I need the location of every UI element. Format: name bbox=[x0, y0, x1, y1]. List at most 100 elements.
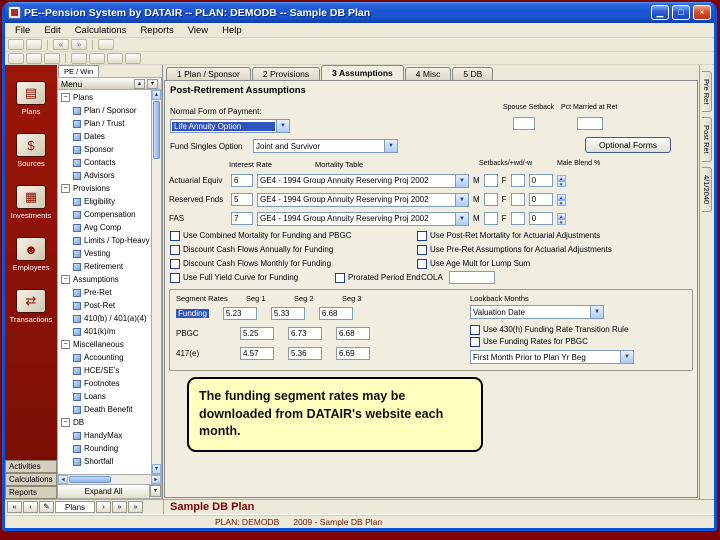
fund-singles-dropdown[interactable]: Joint and Survivor ▼ bbox=[253, 139, 398, 153]
tree-item-advisors[interactable]: Advisors bbox=[58, 169, 151, 182]
checkbox-prorated-period-end[interactable]: Prorated Period End bbox=[335, 271, 421, 284]
tree-tab-pe-win[interactable]: PE / Win bbox=[58, 65, 100, 77]
tree-item-401-k-m[interactable]: 401(k)/m bbox=[58, 325, 151, 338]
side-tab-post-ret[interactable]: Post Ret bbox=[702, 117, 712, 163]
tree-item-sponsor[interactable]: Sponsor bbox=[58, 143, 151, 156]
nav-edit-button[interactable]: ✎ bbox=[39, 501, 54, 513]
minimize-button[interactable]: ▁ bbox=[651, 5, 669, 20]
nav-last-page-button[interactable]: » bbox=[128, 501, 144, 513]
female-setback-input[interactable] bbox=[510, 174, 525, 187]
tree-item-eligibility[interactable]: Eligibility bbox=[58, 195, 151, 208]
tree-item-dates[interactable]: Dates bbox=[58, 130, 151, 143]
scroll-down-icon[interactable]: ▼ bbox=[152, 464, 161, 474]
blend-spinner[interactable]: ▲ ▼ bbox=[556, 174, 566, 187]
side-tab-4-1-2040[interactable]: 4/1/2040 bbox=[702, 167, 712, 213]
nav-next-button[interactable]: › bbox=[96, 501, 112, 513]
toolbar-button[interactable] bbox=[8, 39, 24, 50]
tree-item-plan-trust[interactable]: Plan / Trust bbox=[58, 117, 151, 130]
dropdown-arrow-icon[interactable]: ▼ bbox=[590, 306, 603, 318]
toolbar-button[interactable] bbox=[26, 39, 42, 50]
segment-rate-input[interactable] bbox=[270, 307, 305, 320]
toolbar-button[interactable] bbox=[8, 52, 24, 64]
menu-edit[interactable]: Edit bbox=[38, 24, 66, 37]
toolbar-button[interactable] bbox=[71, 52, 87, 64]
tree-item-410-b-401-a-4[interactable]: 410(b) / 401(a)(4) bbox=[58, 312, 151, 325]
checkbox-use-funding-rates-for-pbgc[interactable]: Use Funding Rates for PBGC bbox=[470, 335, 588, 348]
checkbox-use-full-yield-curve-for-funding[interactable]: Use Full Yield Curve for Funding bbox=[170, 271, 352, 284]
menu-file[interactable]: File bbox=[9, 24, 36, 37]
tree-item-shortfall[interactable]: Shortfall bbox=[58, 455, 151, 468]
tree-item-avg-comp[interactable]: Avg Comp bbox=[58, 221, 151, 234]
expand-all-button[interactable]: Expand All bbox=[58, 485, 150, 498]
interest-rate-input[interactable] bbox=[231, 174, 253, 187]
interest-rate-input[interactable] bbox=[231, 212, 253, 225]
tab-5-db[interactable]: 5 DB bbox=[452, 67, 494, 80]
segment-rate-input[interactable] bbox=[240, 347, 274, 360]
male-blend-input[interactable] bbox=[528, 193, 553, 206]
tree-item-footnotes[interactable]: Footnotes bbox=[58, 377, 151, 390]
female-setback-input[interactable] bbox=[510, 193, 525, 206]
mortality-table-dropdown[interactable]: GE4 - 1994 Group Annuity Reserving Proj … bbox=[257, 211, 469, 226]
tree-item-miscellaneous[interactable]: − Miscellaneous bbox=[58, 338, 151, 351]
segment-rate-input[interactable] bbox=[222, 307, 257, 320]
first-month-dropdown[interactable]: First Month Prior to Plan Yr Beg ▼ bbox=[470, 350, 634, 364]
dropdown-arrow-icon[interactable]: ▼ bbox=[620, 351, 633, 363]
tree-item-plans[interactable]: − Plans bbox=[58, 91, 151, 104]
tree-item-pre-ret[interactable]: Pre-Ret bbox=[58, 286, 151, 299]
tree-collapse-icon[interactable]: − bbox=[61, 418, 70, 427]
checkbox-use-age-mult-for-lump-sum[interactable]: Use Age Mult for Lump Sum bbox=[417, 257, 612, 270]
menu-calculations[interactable]: Calculations bbox=[69, 24, 133, 37]
optional-forms-button[interactable]: Optional Forms bbox=[585, 137, 671, 153]
tree-item-compensation[interactable]: Compensation bbox=[58, 208, 151, 221]
normal-form-dropdown[interactable]: Life Annuity Option ▼ bbox=[170, 119, 290, 133]
tab-1-plan-sponsor[interactable]: 1 Plan / Sponsor bbox=[166, 67, 251, 80]
male-blend-input[interactable] bbox=[528, 212, 553, 225]
nav-last-button[interactable]: » bbox=[112, 501, 128, 513]
scroll-up-icon[interactable]: ▲ bbox=[152, 90, 161, 100]
dropdown-arrow-icon[interactable]: ▼ bbox=[276, 120, 289, 132]
toolbar-button[interactable] bbox=[26, 52, 42, 64]
tree-item-contacts[interactable]: Contacts bbox=[58, 156, 151, 169]
back-icon[interactable]: « bbox=[53, 39, 69, 50]
tree-item-accounting[interactable]: Accounting bbox=[58, 351, 151, 364]
segment-rate-input[interactable] bbox=[240, 327, 274, 340]
dropdown-arrow-icon[interactable]: ▼ bbox=[455, 174, 468, 187]
sidebar-item-plans[interactable]: ▤ Plans bbox=[16, 81, 46, 116]
toolbar-button[interactable] bbox=[89, 52, 105, 64]
toolbar-button[interactable] bbox=[98, 39, 114, 50]
tree-item-post-ret[interactable]: Post-Ret bbox=[58, 299, 151, 312]
nav-tab-plans[interactable]: Plans bbox=[55, 501, 96, 513]
spinner-down-icon[interactable]: ▼ bbox=[556, 199, 566, 206]
tree-collapse-icon[interactable]: − bbox=[61, 275, 70, 284]
tree-item-loans[interactable]: Loans bbox=[58, 390, 151, 403]
tab-2-provisions[interactable]: 2 Provisions bbox=[251, 67, 321, 80]
interest-rate-input[interactable] bbox=[231, 193, 253, 206]
scroll-left-icon[interactable]: ◄ bbox=[58, 475, 68, 484]
segment-rate-input[interactable] bbox=[336, 327, 370, 340]
tree-item-death-benefit[interactable]: Death Benefit bbox=[58, 403, 151, 416]
sidebar-button-reports[interactable]: Reports bbox=[5, 486, 57, 499]
forward-icon[interactable]: » bbox=[71, 39, 87, 50]
tree-item-rounding[interactable]: Rounding bbox=[58, 442, 151, 455]
scrollbar-thumb[interactable] bbox=[153, 101, 160, 159]
tree-collapse-icon[interactable]: − bbox=[61, 93, 70, 102]
menu-view[interactable]: View bbox=[182, 24, 214, 37]
nav-previous-button[interactable]: ‹ bbox=[23, 501, 38, 513]
side-tab-pre-ret[interactable]: Pre Ret bbox=[702, 71, 712, 113]
male-blend-input[interactable] bbox=[528, 174, 553, 187]
tree-item-retirement[interactable]: Retirement bbox=[58, 260, 151, 273]
toolbar-button[interactable] bbox=[107, 52, 123, 64]
tree-collapse-icon[interactable]: − bbox=[61, 184, 70, 193]
tree-item-provisions[interactable]: − Provisions bbox=[58, 182, 151, 195]
blend-spinner[interactable]: ▲ ▼ bbox=[556, 212, 566, 225]
tab-3-assumptions[interactable]: 3 Assumptions bbox=[321, 65, 404, 80]
tree-item-assumptions[interactable]: − Assumptions bbox=[58, 273, 151, 286]
male-setback-input[interactable] bbox=[483, 193, 498, 206]
checkbox-use-post-ret-mortality-for-actuarial-adjustments[interactable]: Use Post-Ret Mortality for Actuarial Adj… bbox=[417, 229, 612, 242]
sidebar-item-sources[interactable]: $ Sources bbox=[16, 133, 46, 168]
sidebar-item-investments[interactable]: ▦ Investments bbox=[11, 185, 51, 220]
pct-married-input[interactable] bbox=[577, 117, 603, 130]
tree-up-icon[interactable]: ▲ bbox=[134, 78, 145, 89]
male-setback-input[interactable] bbox=[483, 174, 498, 187]
sidebar-button-activities[interactable]: Activities bbox=[5, 460, 57, 473]
